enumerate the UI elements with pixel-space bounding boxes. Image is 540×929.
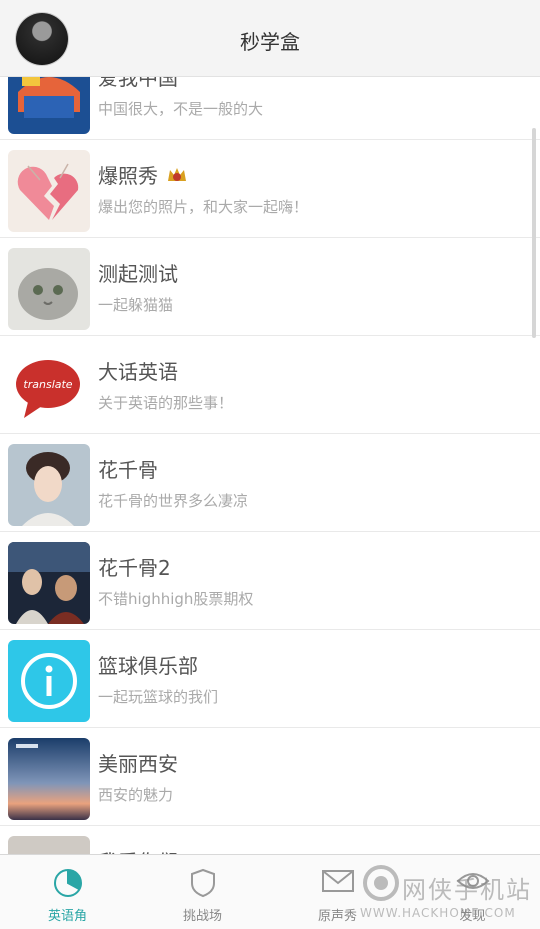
item-desc: 一起玩篮球的我们 <box>98 688 219 706</box>
list-item[interactable]: 爆照秀 爆出您的照片，和大家一起嗨！ <box>0 140 540 238</box>
item-desc: 爆出您的照片，和大家一起嗨！ <box>98 198 309 216</box>
item-name: 爱我中国 <box>98 76 178 90</box>
tab-challenge[interactable]: 挑战场 <box>135 855 270 929</box>
cat-photo-thumbnail <box>8 248 90 330</box>
china-map-thumbnail <box>8 76 90 134</box>
crown-icon <box>166 165 188 185</box>
tab-original-voice[interactable]: 原声秀 <box>270 855 405 929</box>
eye-icon <box>456 873 489 889</box>
tab-discover[interactable]: 发现 <box>405 855 540 929</box>
info-icon-thumbnail <box>8 640 90 722</box>
item-desc: 一起躲猫猫 <box>98 296 174 314</box>
page-title: 秒学盒 <box>240 30 300 54</box>
svg-text:translate: translate <box>23 378 72 391</box>
tab-english-corner[interactable]: 英语角 <box>0 855 135 929</box>
app-header: 秒学盒 <box>0 0 540 77</box>
bottom-tab-bar: 英语角 挑战场 原声秀 发现 <box>0 854 540 929</box>
item-name: 花千骨2 <box>98 556 171 580</box>
item-name: 我爱你们 <box>98 846 178 854</box>
list-item[interactable]: 美丽西安 西安的魅力 <box>0 728 540 826</box>
item-name: 花千骨 <box>98 458 158 482</box>
list-scrollbar[interactable] <box>532 128 536 338</box>
list-item[interactable]: 爱我中国 中国很大，不是一般的大 <box>0 76 540 140</box>
item-desc: 不错highhigh股票期权 <box>98 590 254 608</box>
item-name: 测起测试 <box>98 262 178 286</box>
drama-still-thumbnail <box>8 542 90 624</box>
list-item[interactable]: 测起测试 一起躲猫猫 <box>0 238 540 336</box>
actress-photo-thumbnail <box>8 444 90 526</box>
tab-label: 原声秀 <box>317 909 357 924</box>
list-item[interactable]: 花千骨2 不错highhigh股票期权 <box>0 532 540 630</box>
dog-photo-thumbnail <box>8 836 90 854</box>
translate-bubble-thumbnail: translate <box>8 346 90 428</box>
tab-label: 发现 <box>459 909 486 924</box>
item-desc: 关于英语的那些事！ <box>98 394 234 412</box>
list-item[interactable]: 花千骨 花千骨的世界多么凄凉 <box>0 434 540 532</box>
item-name: 爆照秀 <box>98 160 188 189</box>
item-name: 大话英语 <box>98 360 178 384</box>
app-list[interactable]: 爱我中国 中国很大，不是一般的大 爆照秀 爆出您的照片，和大家一起嗨！ 测起测试… <box>0 76 540 854</box>
item-name: 篮球俱乐部 <box>98 654 198 678</box>
item-desc: 西安的魅力 <box>98 786 174 804</box>
broken-heart-thumbnail <box>8 150 90 232</box>
compass-icon <box>53 869 82 897</box>
sunset-sky-thumbnail <box>8 738 90 820</box>
item-desc: 花千骨的世界多么凄凉 <box>98 492 249 510</box>
list-item[interactable]: 篮球俱乐部 一起玩篮球的我们 <box>0 630 540 728</box>
shield-icon <box>190 868 215 898</box>
item-desc: 中国很大，不是一般的大 <box>98 100 264 118</box>
mail-icon <box>321 870 354 892</box>
list-item[interactable]: 我爱你们 <box>0 826 540 854</box>
list-item[interactable]: translate 大话英语 关于英语的那些事！ <box>0 336 540 434</box>
tab-label: 英语角 <box>47 909 87 924</box>
item-name: 美丽西安 <box>98 752 178 776</box>
tab-label: 挑战场 <box>182 909 222 924</box>
